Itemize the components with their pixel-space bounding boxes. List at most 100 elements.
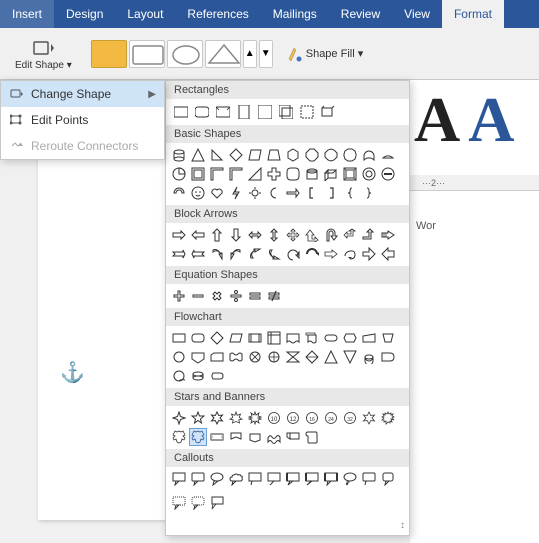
shape-block-arc[interactable]: [170, 184, 188, 202]
star-32pt[interactable]: 32: [341, 409, 359, 427]
rect-4[interactable]: [235, 103, 253, 121]
flow-collate[interactable]: [284, 348, 302, 366]
banner-down-ribbon[interactable]: [246, 428, 264, 446]
arrow-loop[interactable]: [284, 245, 302, 263]
flow-off-page-connector[interactable]: [189, 348, 207, 366]
shape-scroll-up[interactable]: ▲: [243, 40, 257, 68]
star-8pt[interactable]: [246, 409, 264, 427]
shape-diag-stripe[interactable]: [246, 165, 264, 183]
flow-terminator[interactable]: [322, 329, 340, 347]
tab-mailings[interactable]: Mailings: [261, 0, 329, 28]
shape-sun[interactable]: [246, 184, 264, 202]
star-5pt[interactable]: [189, 409, 207, 427]
shape-plaque[interactable]: [284, 165, 302, 183]
tab-references[interactable]: References: [175, 0, 260, 28]
flow-predef[interactable]: [246, 329, 264, 347]
flow-decision[interactable]: [208, 329, 226, 347]
rect-6[interactable]: [277, 103, 295, 121]
rect-8[interactable]: [319, 103, 337, 121]
callout-rect[interactable]: [170, 470, 188, 488]
rect-7[interactable]: [298, 103, 316, 121]
arrow-updown-block[interactable]: [265, 226, 283, 244]
shape-12gon[interactable]: [341, 146, 359, 164]
flow-connector[interactable]: [170, 348, 188, 366]
shape-cylinder[interactable]: [170, 146, 188, 164]
rect-1[interactable]: [172, 103, 190, 121]
flow-sequential-access[interactable]: [170, 367, 188, 385]
arrow-r3b[interactable]: [379, 245, 397, 263]
flow-storeddisk[interactable]: [360, 348, 378, 366]
flow-or[interactable]: [265, 348, 283, 366]
callout-line2[interactable]: [265, 470, 283, 488]
shape-parallelogram[interactable]: [246, 146, 264, 164]
menu-item-edit-points[interactable]: Edit Points: [1, 107, 164, 133]
banner-selected[interactable]: [189, 428, 207, 446]
banner-scroll-vertical[interactable]: [303, 428, 321, 446]
arrow-left-block[interactable]: [189, 226, 207, 244]
shape-moon[interactable]: [265, 184, 283, 202]
shape-fill-button[interactable]: Shape Fill ▾: [277, 41, 373, 67]
rect-3[interactable]: [214, 103, 232, 121]
arrow-right-block[interactable]: [170, 226, 188, 244]
eq-multiply[interactable]: [208, 287, 226, 305]
tab-design[interactable]: Design: [54, 0, 115, 28]
shape-rtriangle[interactable]: [208, 146, 226, 164]
shape-pie[interactable]: [170, 165, 188, 183]
arrow-notch-left[interactable]: [189, 245, 207, 263]
banner-ribbon[interactable]: [208, 428, 226, 446]
shape-bracketright[interactable]: [322, 184, 340, 202]
flow-sumjunction[interactable]: [246, 348, 264, 366]
callout-oval[interactable]: [208, 470, 226, 488]
star-7pt[interactable]: [227, 409, 245, 427]
banner-irregular-seal2[interactable]: [170, 428, 188, 446]
shape-noentry[interactable]: [379, 165, 397, 183]
tab-insert[interactable]: Insert: [0, 0, 54, 28]
flow-display[interactable]: [208, 367, 226, 385]
callout-rect-line[interactable]: [360, 470, 378, 488]
flow-card[interactable]: [208, 348, 226, 366]
flow-punched-tape[interactable]: [227, 348, 245, 366]
arrow-swirl[interactable]: [341, 245, 359, 263]
flow-internal-storage[interactable]: [265, 329, 283, 347]
shape-donut[interactable]: [360, 165, 378, 183]
shape-scroll-down[interactable]: ▼: [259, 40, 273, 68]
arrow-circular[interactable]: [303, 245, 321, 263]
tab-view[interactable]: View: [392, 0, 442, 28]
shape-cube[interactable]: [322, 165, 340, 183]
arrow-right2[interactable]: [322, 245, 340, 263]
arrow-curved-down[interactable]: [265, 245, 283, 263]
callout-accent2[interactable]: [303, 470, 321, 488]
callout-rect-border[interactable]: [189, 470, 207, 488]
shape-heart[interactable]: [208, 184, 226, 202]
flow-sort[interactable]: [303, 348, 321, 366]
flow-manual-input[interactable]: [360, 329, 378, 347]
rect-2[interactable]: [193, 103, 211, 121]
arrow-quad-block[interactable]: [284, 226, 302, 244]
star-4pt[interactable]: [170, 409, 188, 427]
eq-notequal[interactable]: [265, 287, 283, 305]
callout-thought[interactable]: [341, 470, 359, 488]
arrow-curved-right[interactable]: [208, 245, 226, 263]
arrow-r3a[interactable]: [360, 245, 378, 263]
arrow-down-block[interactable]: [227, 226, 245, 244]
banner-wave2[interactable]: [284, 428, 302, 446]
banner-irregular-seal1[interactable]: [379, 409, 397, 427]
shape-thumb-4[interactable]: [205, 40, 241, 68]
tab-review[interactable]: Review: [329, 0, 392, 28]
arrow-leftup[interactable]: [341, 226, 359, 244]
tab-layout[interactable]: Layout: [115, 0, 175, 28]
arrow-bent-up[interactable]: [303, 226, 321, 244]
arrow-notch-right[interactable]: [170, 245, 188, 263]
banner-wave1[interactable]: [265, 428, 283, 446]
arrow-up-block[interactable]: [208, 226, 226, 244]
star-24pt[interactable]: 24: [322, 409, 340, 427]
shape-brace-left[interactable]: [341, 184, 359, 202]
shape-halfframe[interactable]: [208, 165, 226, 183]
arrow-leftright-block[interactable]: [246, 226, 264, 244]
star-10pt[interactable]: 10: [265, 409, 283, 427]
arrow-curved-up[interactable]: [246, 245, 264, 263]
callout-accent[interactable]: [284, 470, 302, 488]
star-6pt[interactable]: [208, 409, 226, 427]
shape-chord[interactable]: [379, 146, 397, 164]
flow-data[interactable]: [227, 329, 245, 347]
